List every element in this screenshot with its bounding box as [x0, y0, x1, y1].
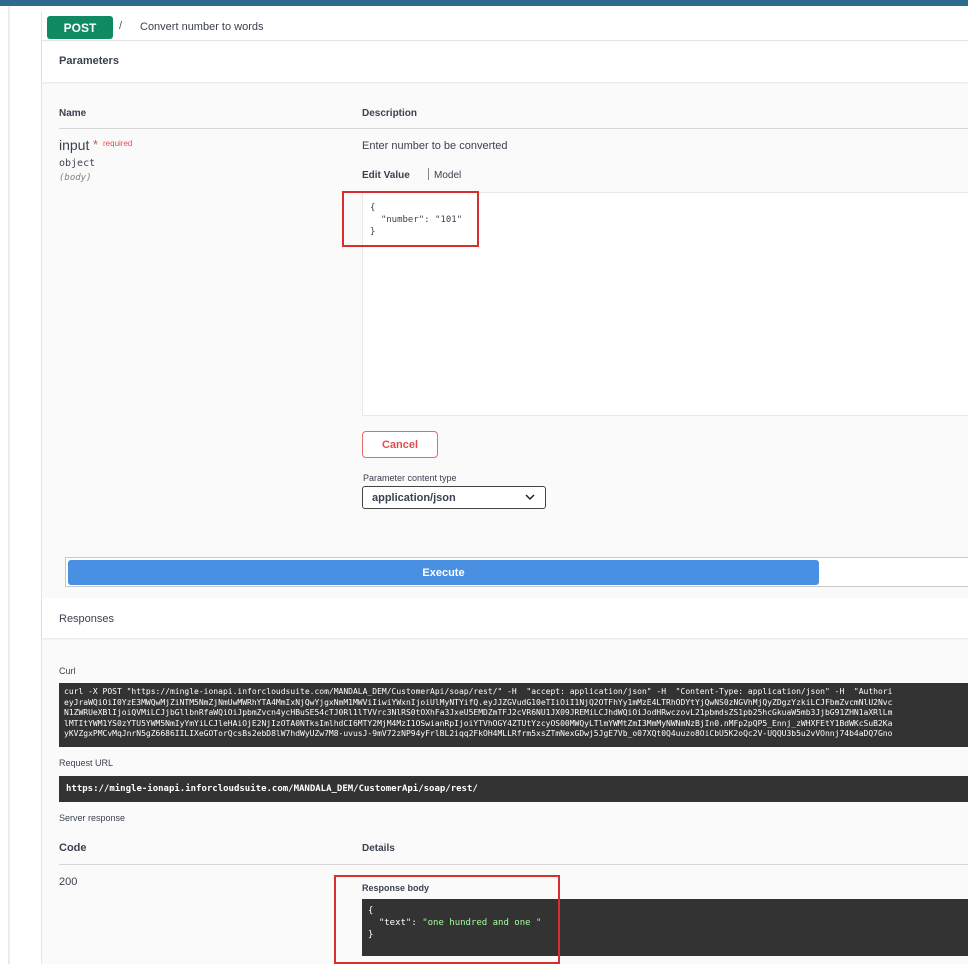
param-name: input — [59, 137, 90, 153]
path-separator: / — [119, 20, 123, 32]
method-badge: POST — [47, 16, 113, 39]
operation-description: Convert number to words — [140, 21, 264, 33]
column-code-header: Code — [59, 842, 87, 854]
curl-line: N1ZWRUeXBlIjoiQVMiLCJjbGllbnRfaWQiOiJpbm… — [64, 708, 893, 717]
chevron-down-icon — [525, 494, 535, 501]
curl-label: Curl — [59, 666, 76, 676]
execute-button[interactable]: Execute — [68, 560, 819, 585]
param-location: (body) — [59, 173, 92, 183]
responses-title: Responses — [59, 613, 115, 625]
column-details-header: Details — [362, 843, 395, 854]
content-type-label: Parameter content type — [363, 473, 457, 483]
left-guide-line — [8, 6, 10, 964]
content-type-select[interactable]: application/json — [362, 486, 546, 509]
curl-line: yKVZgxPMCvMqJnrN5gZ6686IILIXeGOTorQcsBs2… — [64, 729, 893, 738]
curl-line: curl -X POST "https://mingle-ionapi.info… — [64, 687, 893, 696]
column-description-header: Description — [362, 108, 418, 119]
server-response-label: Server response — [59, 813, 126, 823]
required-mark: * — [93, 137, 99, 152]
parameters-table-rule — [59, 128, 968, 129]
responses-header: Responses — [42, 598, 968, 638]
cancel-button[interactable]: Cancel — [362, 431, 438, 458]
param-type: object — [59, 158, 96, 169]
parameters-header: Parameters — [42, 42, 968, 82]
request-highlight-box — [342, 191, 479, 247]
curl-line: lMTItYWM1YS0zYTU5YWM5NmIyYmYiLCJleHAiOjE… — [64, 718, 893, 728]
responses-table-rule — [59, 864, 968, 865]
curl-line: eyJraWQiOiI0YzE3MWQwMjZiNTM5NmZjNmUwMWRh… — [64, 697, 893, 707]
response-code: 200 — [59, 876, 78, 888]
column-name-header: Name — [59, 108, 87, 119]
parameters-title: Parameters — [59, 55, 119, 67]
operation-summary[interactable]: POST / Convert number to words — [42, 12, 968, 41]
response-highlight-box — [334, 875, 560, 964]
content-type-value: application/json — [372, 491, 456, 504]
operation-panel: POST / Convert number to words Parameter… — [41, 12, 968, 964]
request-url-label: Request URL — [59, 758, 114, 768]
tab-separator — [428, 168, 429, 180]
tab-edit-value[interactable]: Edit Value — [362, 170, 410, 181]
request-url[interactable]: https://mingle-ionapi.inforcloudsuite.co… — [59, 776, 968, 802]
curl-command[interactable]: curl -X POST "https://mingle-ionapi.info… — [59, 683, 968, 747]
param-description: Enter number to be converted — [362, 140, 508, 152]
required-label: required — [103, 139, 133, 148]
tab-model[interactable]: Model — [434, 170, 461, 181]
execute-wrapper: Execute — [65, 557, 968, 587]
top-bar — [0, 0, 968, 6]
